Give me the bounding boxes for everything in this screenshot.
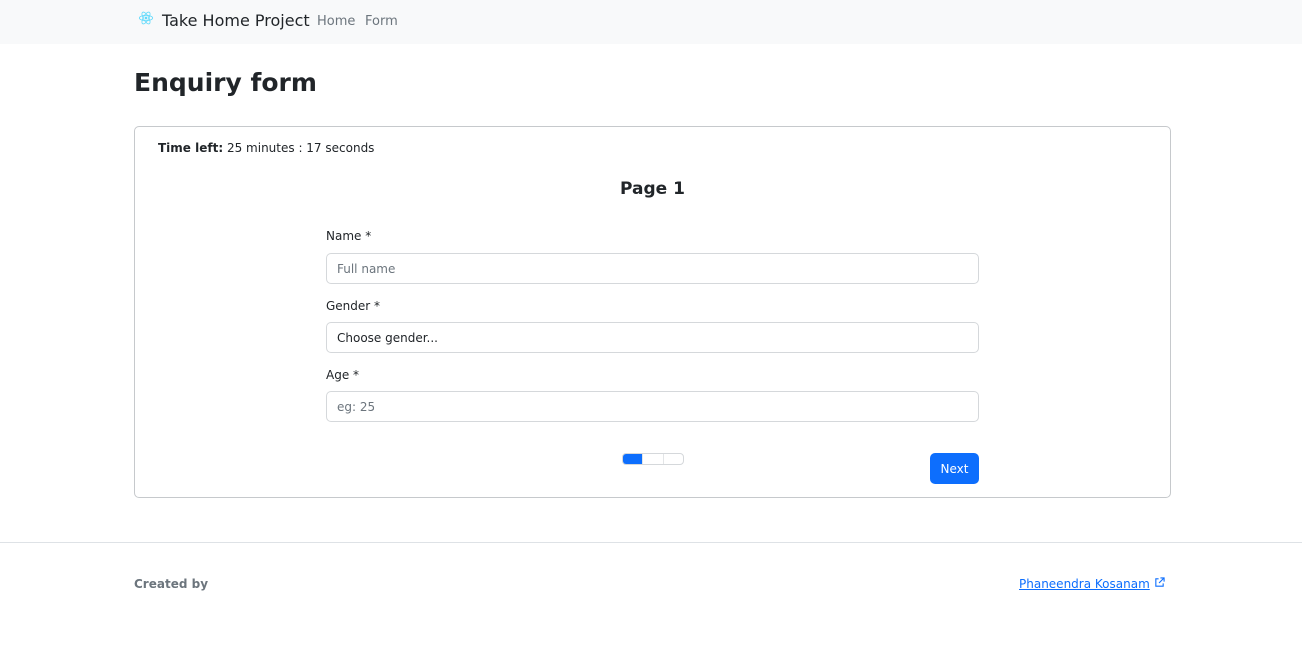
name-label: Name * [326, 229, 372, 243]
age-label: Age * [326, 368, 360, 382]
form-card: Time left: 25 minutes : 17 seconds Page … [134, 126, 1171, 498]
navbar: Take Home Project Home Form [0, 0, 1302, 44]
form-page-heading: Page 1 [620, 179, 685, 199]
timer-value: 25 minutes : 17 seconds [226, 141, 375, 155]
author-name: Phaneendra Kosanam [1019, 577, 1150, 591]
gender-select-value: Choose gender... [337, 330, 438, 345]
next-button[interactable]: Next [930, 453, 979, 484]
gender-label: Gender * [326, 299, 381, 313]
step-1-segment [623, 454, 644, 464]
timer: Time left: 25 minutes : 17 seconds [158, 141, 374, 155]
step-progress [622, 453, 684, 465]
nav-link-form[interactable]: Form [365, 14, 398, 29]
footer-divider [0, 542, 1302, 543]
timer-label: Time left: [158, 141, 224, 155]
page-title: Enquiry form [134, 68, 317, 97]
step-2-segment [643, 454, 664, 464]
age-input[interactable] [326, 391, 979, 422]
author-link[interactable]: Phaneendra Kosanam [1019, 577, 1165, 591]
brand-title: Take Home Project [162, 10, 310, 30]
react-logo-icon [138, 10, 154, 30]
name-input[interactable] [326, 253, 979, 284]
step-3-segment [664, 454, 683, 464]
created-by-label: Created by [134, 577, 209, 591]
gender-select[interactable]: Choose gender... [326, 322, 979, 353]
nav-link-home[interactable]: Home [317, 14, 355, 29]
external-link-icon [1154, 577, 1165, 591]
brand[interactable]: Take Home Project [138, 10, 310, 30]
